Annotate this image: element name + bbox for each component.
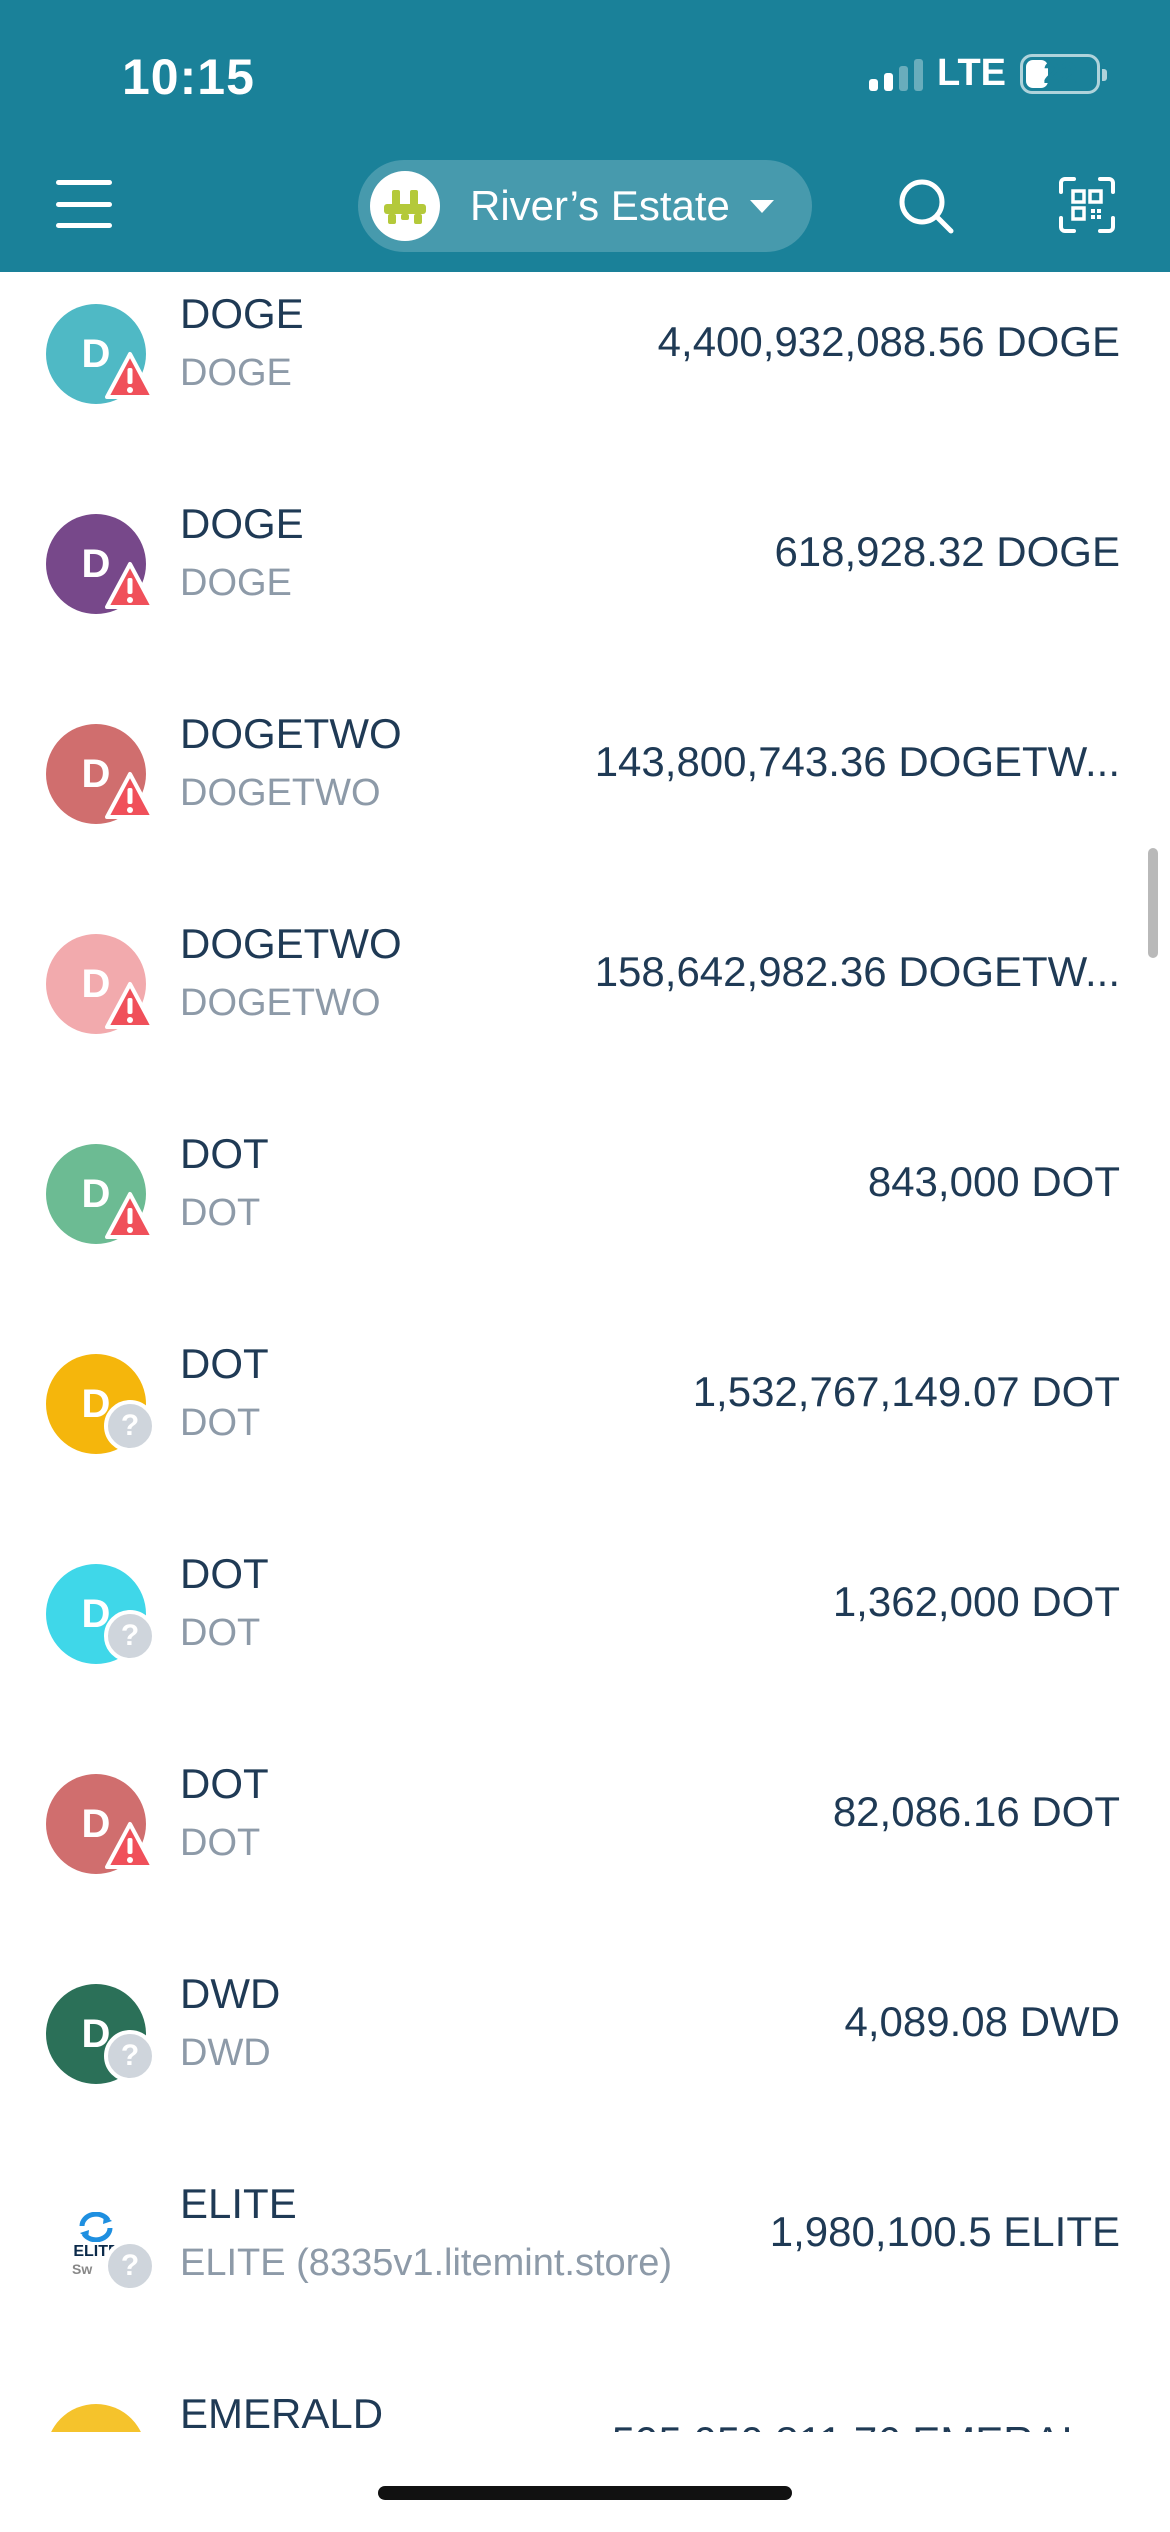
chevron-down-icon [749,199,774,213]
asset-issuer: DOT [180,1612,261,1654]
scrollbar[interactable] [1148,848,1158,958]
asset-balance: 1,532,767,149.07 DOT [692,1368,1120,1415]
warning-icon [105,982,155,1029]
asset-balance: 1,980,100.5 ELITE [769,2208,1120,2255]
asset-code: DOT [180,1340,269,1387]
question-icon: ? [104,2030,156,2082]
asset-row[interactable]: D ? DOT DOT 1,362,000 DOT [0,1510,1170,1720]
asset-code: DOT [180,1550,269,1597]
asset-issuer: DOGE [180,562,292,604]
asset-balance: 843,000 DOT [867,1158,1120,1205]
asset-avatar: E [46,2404,146,2432]
asset-issuer: DOGE [180,352,292,394]
asset-row[interactable]: D DOT DOT 82,086.16 DOT [0,1720,1170,1930]
asset-issuer: DOGETWO [180,982,381,1024]
asset-row[interactable]: ELITE Sw ? ELITE ELITE (8335v1.litemint.… [0,2140,1170,2350]
asset-row[interactable]: D DOGETWO DOGETWO 143,800,743.36 DOGETW.… [0,670,1170,880]
asset-code: DOT [180,1760,269,1807]
search-icon[interactable] [896,176,956,236]
asset-row[interactable]: D DOGE DOGE 4,400,932,088.56 DOGE [0,272,1170,460]
asset-row[interactable]: E EMERALD 595,050,811.76 EMERAL... [0,2350,1170,2432]
asset-code: ELITE [180,2180,297,2227]
status-indicators: LTE 22 [869,52,1107,95]
elite-logo-subtext: Sw [72,2261,93,2277]
asset-row[interactable]: D DOGE DOGE 618,928.32 DOGE [0,460,1170,670]
warning-icon [105,1822,155,1869]
asset-balance: 1,362,000 DOT [832,1578,1120,1625]
asset-row[interactable]: D ? DWD DWD 4,089.08 DWD [0,1930,1170,2140]
asset-balance: 82,086.16 DOT [832,1788,1120,1835]
menu-button[interactable] [56,180,112,228]
asset-code: DOGETWO [180,920,402,967]
account-avatar-icon [370,171,440,241]
asset-issuer: DOT [180,1192,261,1234]
warning-icon [105,562,155,609]
asset-row[interactable]: D DOT DOT 843,000 DOT [0,1090,1170,1300]
question-icon: ? [104,1610,156,1662]
account-selector[interactable]: River’s Estate [358,160,812,252]
asset-code: DOGETWO [180,710,402,757]
warning-icon [105,1192,155,1239]
asset-code: DOGE [180,290,304,337]
top-bar: 10:15 LTE 22 River’s Estate [0,0,1170,272]
warning-icon [105,352,155,399]
asset-balance: 158,642,982.36 DOGETW... [594,948,1120,995]
asset-row[interactable]: D ? DOT DOT 1,532,767,149.07 DOT [0,1300,1170,1510]
asset-balance: 4,089.08 DWD [844,1998,1120,2045]
asset-code: DOGE [180,500,304,547]
asset-balance: 4,400,932,088.56 DOGE [657,318,1120,365]
asset-row[interactable]: D DOGETWO DOGETWO 158,642,982.36 DOGETW.… [0,880,1170,1090]
network-label: LTE [937,52,1006,94]
asset-issuer: DWD [180,2032,271,2074]
battery-icon: 22 [1020,53,1107,94]
asset-issuer: ELITE (8335v1.litemint.store) [180,2242,673,2284]
status-time: 10:15 [122,49,255,105]
asset-balance: 143,800,743.36 DOGETW... [594,738,1120,785]
asset-balance: 618,928.32 DOGE [774,528,1120,575]
home-indicator[interactable] [378,2486,792,2500]
qr-scan-icon[interactable] [1058,176,1116,234]
asset-issuer: DOGETWO [180,772,381,814]
question-icon: ? [104,2240,156,2292]
asset-code: DOT [180,1130,269,1177]
signal-icon [869,57,924,91]
asset-issuer: DOT [180,1402,261,1444]
asset-code: DWD [180,1970,281,2017]
asset-code: EMERALD [180,2390,384,2432]
asset-issuer: DOT [180,1822,261,1864]
asset-list[interactable]: D DOGE DOGE 4,400,932,088.56 DOGE D DOGE… [0,272,1170,2432]
question-icon: ? [104,1400,156,1452]
asset-balance: 595,050,811.76 EMERAL... [612,2418,1120,2432]
battery-level: 22 [1043,56,1077,90]
warning-icon [105,772,155,819]
account-name: River’s Estate [470,182,730,229]
